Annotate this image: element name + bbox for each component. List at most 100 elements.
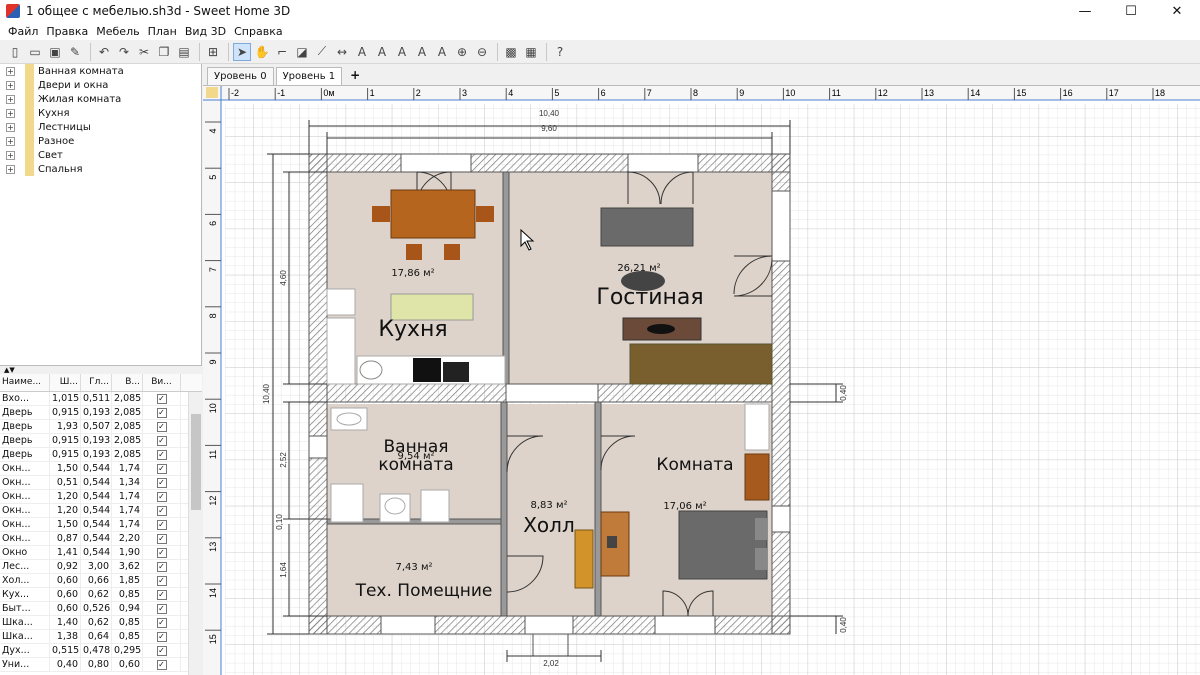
expand-icon[interactable]: +: [6, 136, 15, 146]
menu-help[interactable]: Справка: [230, 25, 286, 38]
visible-checkbox[interactable]: ✓: [156, 660, 167, 670]
visible-checkbox[interactable]: ✓: [156, 534, 167, 544]
scrollbar-thumb[interactable]: [191, 414, 201, 510]
expand-icon[interactable]: +: [6, 164, 15, 174]
visible-checkbox[interactable]: ✓: [156, 436, 167, 446]
table-row[interactable]: Быт... 0,60 0,526 0,94 ✓: [0, 602, 202, 616]
visible-checkbox[interactable]: ✓: [156, 394, 167, 404]
visible-checkbox[interactable]: ✓: [156, 618, 167, 628]
table-row[interactable]: Окн... 1,50 0,544 1,74 ✓: [0, 462, 202, 476]
visible-checkbox[interactable]: ✓: [156, 478, 167, 488]
zoom-out-icon[interactable]: ⊖: [473, 43, 491, 61]
catalog-category[interactable]: + Ванная комната: [0, 64, 202, 78]
table-row[interactable]: Дверь 1,93 0,507 2,085 ✓: [0, 420, 202, 434]
visible-checkbox[interactable]: ✓: [156, 562, 167, 572]
add-level-button[interactable]: +: [344, 68, 366, 85]
table-row[interactable]: Лес... 0,92 3,00 3,62 ✓: [0, 560, 202, 574]
visible-checkbox[interactable]: ✓: [156, 632, 167, 642]
add-text-icon[interactable]: A: [353, 43, 371, 61]
menu-3d-view[interactable]: Вид 3D: [181, 25, 230, 38]
pan-mode-icon[interactable]: ✋: [253, 43, 271, 61]
expand-icon[interactable]: +: [6, 122, 15, 132]
visible-checkbox[interactable]: ✓: [156, 604, 167, 614]
floor-plan[interactable]: -2 -1 0м 1 2 3 4 5 6 7 8 9 10 11 12 13 14 15 16 17 18 456789…: [203, 86, 1200, 675]
table-row[interactable]: Дверь 0,915 0,193 2,085 ✓: [0, 434, 202, 448]
table-row[interactable]: Вхо... 1,015 0,511 2,085 ✓: [0, 392, 202, 406]
catalog-category[interactable]: + Свет: [0, 148, 202, 162]
expand-icon[interactable]: +: [6, 150, 15, 160]
create-rooms-icon[interactable]: ◪: [293, 43, 311, 61]
table-row[interactable]: Окн... 0,51 0,544 1,34 ✓: [0, 476, 202, 490]
visible-checkbox[interactable]: ✓: [156, 646, 167, 656]
expand-icon[interactable]: +: [6, 80, 15, 90]
zoom-in-icon[interactable]: ⊕: [453, 43, 471, 61]
undo-icon[interactable]: ↶: [95, 43, 113, 61]
visible-checkbox[interactable]: ✓: [156, 506, 167, 516]
tab-level-0[interactable]: Уровень 0: [207, 67, 274, 85]
expand-icon[interactable]: +: [6, 108, 15, 118]
catalog-category[interactable]: + Разное: [0, 134, 202, 148]
table-row[interactable]: Дверь 0,915 0,193 2,085 ✓: [0, 406, 202, 420]
table-row[interactable]: Хол... 0,60 0,66 1,85 ✓: [0, 574, 202, 588]
open-file-icon[interactable]: ▭: [26, 43, 44, 61]
create-photo-icon[interactable]: ▩: [502, 43, 520, 61]
menu-furniture[interactable]: Мебель: [92, 25, 143, 38]
preferences-icon[interactable]: ✎: [66, 43, 84, 61]
tab-level-1[interactable]: Уровень 1: [275, 67, 343, 85]
table-row[interactable]: Окн... 1,20 0,544 1,74 ✓: [0, 490, 202, 504]
column-height[interactable]: В...: [112, 374, 143, 391]
table-row[interactable]: Шка... 1,40 0,62 0,85 ✓: [0, 616, 202, 630]
table-row[interactable]: Шка... 1,38 0,64 0,85 ✓: [0, 630, 202, 644]
visible-checkbox[interactable]: ✓: [156, 492, 167, 502]
visible-checkbox[interactable]: ✓: [156, 464, 167, 474]
column-depth[interactable]: Гл...: [81, 374, 112, 391]
catalog-category[interactable]: + Лестницы: [0, 120, 202, 134]
expand-icon[interactable]: +: [6, 66, 15, 76]
save-icon[interactable]: ▣: [46, 43, 64, 61]
catalog-category[interactable]: + Спальня: [0, 162, 202, 176]
create-walls-icon[interactable]: ⌐: [273, 43, 291, 61]
column-width[interactable]: Ш...: [50, 374, 81, 391]
visible-checkbox[interactable]: ✓: [156, 408, 167, 418]
table-scrollbar[interactable]: [188, 392, 202, 675]
table-row[interactable]: Окн... 1,20 0,544 1,74 ✓: [0, 504, 202, 518]
menu-plan[interactable]: План: [144, 25, 181, 38]
expand-icon[interactable]: +: [6, 94, 15, 104]
increase-text-icon[interactable]: A: [393, 43, 411, 61]
redo-icon[interactable]: ↷: [115, 43, 133, 61]
copy-icon[interactable]: ❐: [155, 43, 173, 61]
cut-icon[interactable]: ✂: [135, 43, 153, 61]
column-name[interactable]: Наиме...: [0, 374, 50, 391]
help-icon[interactable]: ?: [551, 43, 569, 61]
maximize-button[interactable]: ☐: [1108, 0, 1154, 22]
table-row[interactable]: Дверь 0,915 0,193 2,085 ✓: [0, 448, 202, 462]
catalog-category[interactable]: + Двери и окна: [0, 78, 202, 92]
create-video-icon[interactable]: ▦: [522, 43, 540, 61]
table-row[interactable]: Окно 1,41 0,544 1,90 ✓: [0, 546, 202, 560]
create-dimensions-icon[interactable]: ↔: [333, 43, 351, 61]
table-row[interactable]: Окн... 1,50 0,544 1,74 ✓: [0, 518, 202, 532]
table-row[interactable]: Дух... 0,515 0,478 0,295 ✓: [0, 644, 202, 658]
modify-text-style-icon[interactable]: A: [373, 43, 391, 61]
column-visible[interactable]: Ви...: [143, 374, 181, 391]
add-furniture-icon[interactable]: ⊞: [204, 43, 222, 61]
visible-checkbox[interactable]: ✓: [156, 520, 167, 530]
table-row[interactable]: Кух... 0,60 0,62 0,85 ✓: [0, 588, 202, 602]
visible-checkbox[interactable]: ✓: [156, 450, 167, 460]
paste-icon[interactable]: ▤: [175, 43, 193, 61]
visible-checkbox[interactable]: ✓: [156, 576, 167, 586]
create-polylines-icon[interactable]: ⟋: [313, 43, 331, 61]
table-row[interactable]: Окн... 0,87 0,544 2,20 ✓: [0, 532, 202, 546]
bold-text-icon[interactable]: A: [433, 43, 451, 61]
visible-checkbox[interactable]: ✓: [156, 422, 167, 432]
visible-checkbox[interactable]: ✓: [156, 548, 167, 558]
menu-edit[interactable]: Правка: [42, 25, 92, 38]
visible-checkbox[interactable]: ✓: [156, 590, 167, 600]
select-mode-icon[interactable]: ➤: [233, 42, 251, 61]
pane-splitter[interactable]: ▲▼: [0, 366, 202, 374]
decrease-text-icon[interactable]: A: [413, 43, 431, 61]
close-button[interactable]: ✕: [1154, 0, 1200, 22]
table-row[interactable]: Уни... 0,40 0,80 0,60 ✓: [0, 658, 202, 672]
new-file-icon[interactable]: ▯: [6, 43, 24, 61]
menu-file[interactable]: Файл: [4, 25, 42, 38]
